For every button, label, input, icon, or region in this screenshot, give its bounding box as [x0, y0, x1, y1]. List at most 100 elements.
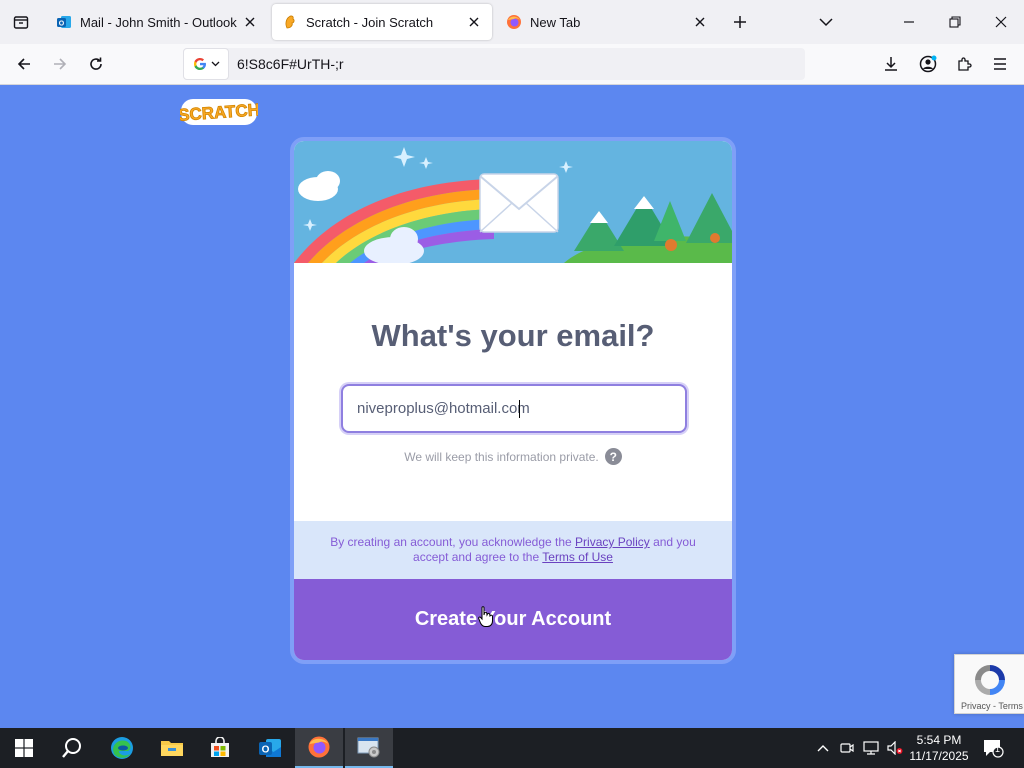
- taskbar-outlook[interactable]: O: [246, 728, 294, 768]
- scratch-icon: [285, 15, 295, 29]
- taskbar-firefox[interactable]: [295, 728, 343, 768]
- page-title: What's your email?: [371, 318, 655, 353]
- address-bar[interactable]: 6!S8c6F#UrTH-;r: [183, 48, 805, 80]
- download-icon: [885, 57, 897, 71]
- tab-list-button[interactable]: [0, 0, 42, 44]
- privacy-note: We will keep this information private.: [404, 449, 599, 464]
- downloads-button[interactable]: [875, 48, 907, 80]
- browser-tab-bar: O Mail - John Smith - Outlook Scratch - …: [0, 0, 1024, 44]
- chevron-down-icon: [819, 18, 833, 27]
- taskbar-file-explorer[interactable]: [148, 728, 196, 768]
- create-account-button[interactable]: Create Your Account: [294, 579, 732, 660]
- tab-title: Mail - John Smith - Outlook: [80, 14, 237, 30]
- reload-icon: [90, 57, 102, 70]
- privacy-note-row: We will keep this information private. ?: [294, 448, 732, 465]
- reload-button[interactable]: [80, 48, 112, 80]
- tab-list-icon: [13, 16, 29, 29]
- search-button[interactable]: [48, 728, 96, 768]
- account-icon: [919, 55, 937, 73]
- hand-cursor-icon: [478, 606, 493, 627]
- firefox-icon: [507, 15, 521, 29]
- network-icon: [863, 741, 879, 755]
- forward-icon: [54, 58, 67, 70]
- chevron-down-icon: [211, 61, 219, 67]
- volume-mute-icon: [887, 741, 903, 755]
- forward-button[interactable]: [44, 48, 76, 80]
- minimize-button[interactable]: [886, 0, 932, 44]
- file-explorer-icon: [161, 741, 183, 756]
- email-input[interactable]: [341, 384, 687, 433]
- new-tab-button[interactable]: [717, 0, 763, 44]
- taskbar-edge[interactable]: [98, 728, 146, 768]
- back-icon: [17, 58, 30, 70]
- extensions-button[interactable]: [948, 48, 980, 80]
- close-tab-button[interactable]: [466, 14, 482, 30]
- restore-button[interactable]: [932, 0, 978, 44]
- tab-scratch[interactable]: Scratch - Join Scratch: [272, 4, 492, 40]
- firefox-icon: [308, 736, 330, 758]
- app-menu-button[interactable]: [984, 48, 1016, 80]
- search-icon: [62, 738, 81, 758]
- account-button[interactable]: [912, 48, 944, 80]
- search-engine-button[interactable]: [183, 48, 229, 80]
- close-tab-button[interactable]: [242, 14, 258, 30]
- camera-tray-button[interactable]: [838, 728, 856, 768]
- edge-icon: [111, 737, 133, 759]
- google-icon: [193, 58, 206, 70]
- clock-time: 5:54 PM: [916, 733, 962, 747]
- scratch-logo[interactable]: SCRATCH: [177, 97, 261, 132]
- minimize-icon: [904, 21, 914, 23]
- tab-title: New Tab: [530, 14, 581, 30]
- clock-date: 11/17/2025: [909, 749, 969, 763]
- list-all-tabs-button[interactable]: [803, 0, 849, 44]
- network-tray-button[interactable]: [862, 728, 880, 768]
- windows-start-icon: [15, 739, 33, 757]
- browser-nav-bar: 6!S8c6F#UrTH-;r: [0, 44, 1024, 85]
- svg-text:O: O: [59, 21, 65, 28]
- notification-icon: [984, 740, 1004, 758]
- notification-center-button[interactable]: 1: [980, 728, 1006, 768]
- tab-title: Scratch - Join Scratch: [306, 14, 434, 30]
- taskbar-window-app[interactable]: [345, 728, 393, 768]
- window-app-icon: [357, 737, 380, 758]
- show-hidden-icons-button[interactable]: [814, 728, 832, 768]
- chevron-up-icon: [817, 745, 829, 752]
- menu-icon: [994, 58, 1006, 70]
- extensions-icon: [958, 57, 972, 71]
- start-button[interactable]: [0, 728, 48, 768]
- join-card: What's your email? We will keep this inf…: [290, 137, 736, 664]
- notification-count: 1: [995, 744, 1001, 754]
- recaptcha-icon: [975, 665, 1005, 695]
- url-text: 6!S8c6F#UrTH-;r: [237, 56, 344, 72]
- windows-taskbar: O 5:54 PM 11/17/2025 1: [0, 728, 1024, 768]
- recaptcha-links[interactable]: Privacy - Terms: [961, 701, 1023, 711]
- close-window-button[interactable]: [978, 0, 1024, 44]
- rainbow-banner-illustration: [294, 141, 732, 263]
- restore-icon: [949, 16, 961, 28]
- close-icon: [469, 17, 479, 27]
- store-icon: [211, 737, 229, 757]
- plus-icon: [734, 16, 746, 28]
- close-tab-button[interactable]: [692, 14, 708, 30]
- text-caret: [519, 400, 520, 418]
- close-icon: [245, 17, 255, 27]
- camera-icon: [840, 743, 854, 753]
- taskbar-store[interactable]: [196, 728, 244, 768]
- recaptcha-badge[interactable]: Privacy - Terms: [954, 654, 1024, 714]
- outlook-taskbar-icon: O: [259, 739, 281, 757]
- card-body: What's your email? We will keep this inf…: [294, 263, 732, 521]
- terms-of-use-link[interactable]: Terms of Use: [542, 550, 613, 564]
- legal-notice: By creating an account, you acknowledge …: [294, 521, 732, 579]
- legal-prefix: By creating an account, you acknowledge …: [330, 535, 572, 549]
- svg-text:O: O: [262, 745, 270, 756]
- taskbar-clock[interactable]: 5:54 PM 11/17/2025: [906, 732, 972, 764]
- volume-tray-button[interactable]: [886, 728, 904, 768]
- close-icon: [995, 16, 1007, 28]
- tab-outlook[interactable]: O Mail - John Smith - Outlook: [46, 4, 268, 40]
- back-button[interactable]: [8, 48, 40, 80]
- privacy-policy-link[interactable]: Privacy Policy: [575, 535, 650, 549]
- close-icon: [695, 17, 705, 27]
- tab-new-tab[interactable]: New Tab: [496, 4, 718, 40]
- help-icon[interactable]: ?: [604, 448, 622, 465]
- outlook-icon: O: [57, 16, 71, 28]
